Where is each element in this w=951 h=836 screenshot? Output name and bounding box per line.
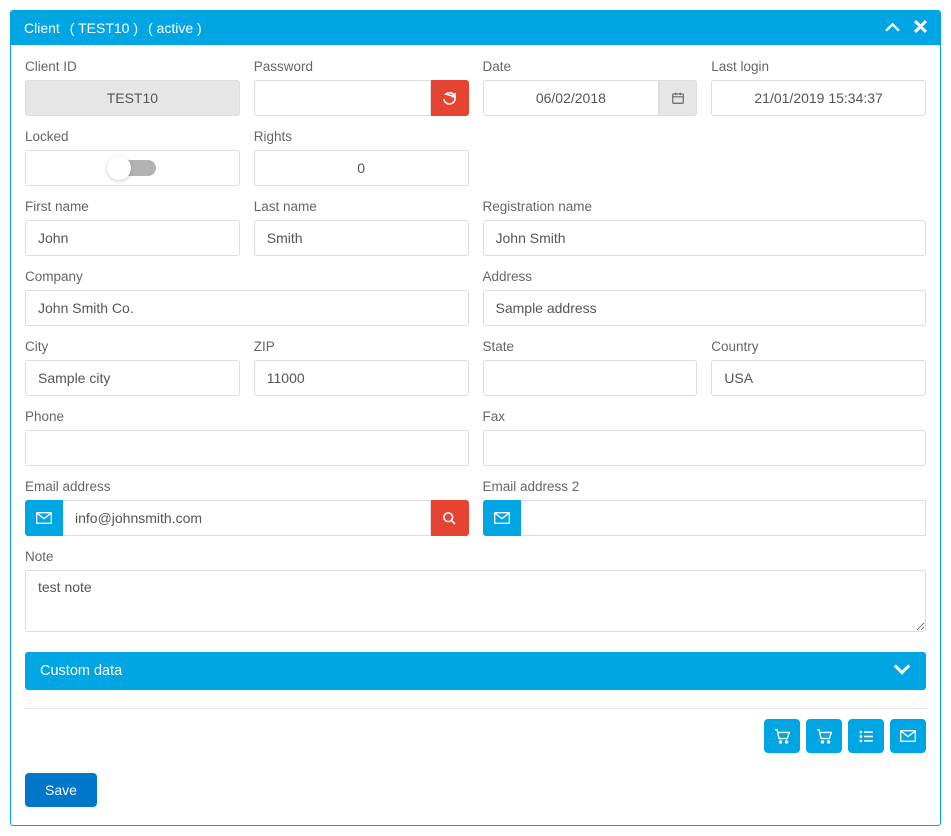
envelope-icon[interactable]: [25, 500, 63, 536]
last-login-label: Last login: [711, 59, 926, 74]
phone-field[interactable]: [25, 430, 469, 466]
envelope-icon[interactable]: [483, 500, 521, 536]
phone-label: Phone: [25, 409, 469, 424]
email-button[interactable]: [890, 719, 926, 753]
last-name-field[interactable]: [254, 220, 469, 256]
client-id-label: Client ID: [25, 59, 240, 74]
close-icon[interactable]: [914, 20, 927, 36]
chevron-down-icon: [893, 663, 911, 679]
list-button[interactable]: [848, 719, 884, 753]
date-field[interactable]: [483, 80, 660, 116]
last-login-field[interactable]: [711, 80, 926, 116]
locked-label: Locked: [25, 129, 240, 144]
save-button[interactable]: Save: [25, 773, 97, 807]
password-label: Password: [254, 59, 469, 74]
calendar-icon[interactable]: [659, 80, 697, 116]
search-icon[interactable]: [431, 500, 469, 536]
address-label: Address: [483, 269, 927, 284]
locked-toggle[interactable]: [109, 160, 156, 176]
panel-header: Client ( TEST10 ) ( active ): [11, 11, 940, 45]
company-label: Company: [25, 269, 469, 284]
locked-toggle-container: [25, 150, 240, 186]
rights-label: Rights: [254, 129, 469, 144]
cart-button-2[interactable]: [806, 719, 842, 753]
fax-field[interactable]: [483, 430, 927, 466]
note-field[interactable]: [25, 570, 926, 632]
first-name-label: First name: [25, 199, 240, 214]
email1-label: Email address: [25, 479, 469, 494]
rights-field[interactable]: [254, 150, 469, 186]
password-field[interactable]: [254, 80, 431, 116]
city-field[interactable]: [25, 360, 240, 396]
email1-field[interactable]: [63, 500, 431, 536]
panel-title-code: ( TEST10 ): [70, 20, 138, 36]
country-field[interactable]: [711, 360, 926, 396]
client-id-field: [25, 80, 240, 116]
state-label: State: [483, 339, 698, 354]
first-name-field[interactable]: [25, 220, 240, 256]
panel-title: Client: [24, 20, 60, 36]
fax-label: Fax: [483, 409, 927, 424]
country-label: Country: [711, 339, 926, 354]
state-field[interactable]: [483, 360, 698, 396]
zip-field[interactable]: [254, 360, 469, 396]
cart-button-1[interactable]: [764, 719, 800, 753]
zip-label: ZIP: [254, 339, 469, 354]
city-label: City: [25, 339, 240, 354]
last-name-label: Last name: [254, 199, 469, 214]
email2-label: Email address 2: [483, 479, 927, 494]
collapse-icon[interactable]: [885, 20, 900, 36]
date-label: Date: [483, 59, 698, 74]
reg-name-field[interactable]: [483, 220, 927, 256]
note-label: Note: [25, 549, 926, 564]
address-field[interactable]: [483, 290, 927, 326]
custom-data-title: Custom data: [40, 663, 122, 679]
refresh-icon[interactable]: [431, 80, 469, 116]
panel-title-status: ( active ): [148, 20, 202, 36]
reg-name-label: Registration name: [483, 199, 927, 214]
company-field[interactable]: [25, 290, 469, 326]
custom-data-section[interactable]: Custom data: [25, 652, 926, 690]
client-panel: Client ( TEST10 ) ( active ) Client ID: [10, 10, 941, 826]
email2-field[interactable]: [521, 500, 927, 536]
